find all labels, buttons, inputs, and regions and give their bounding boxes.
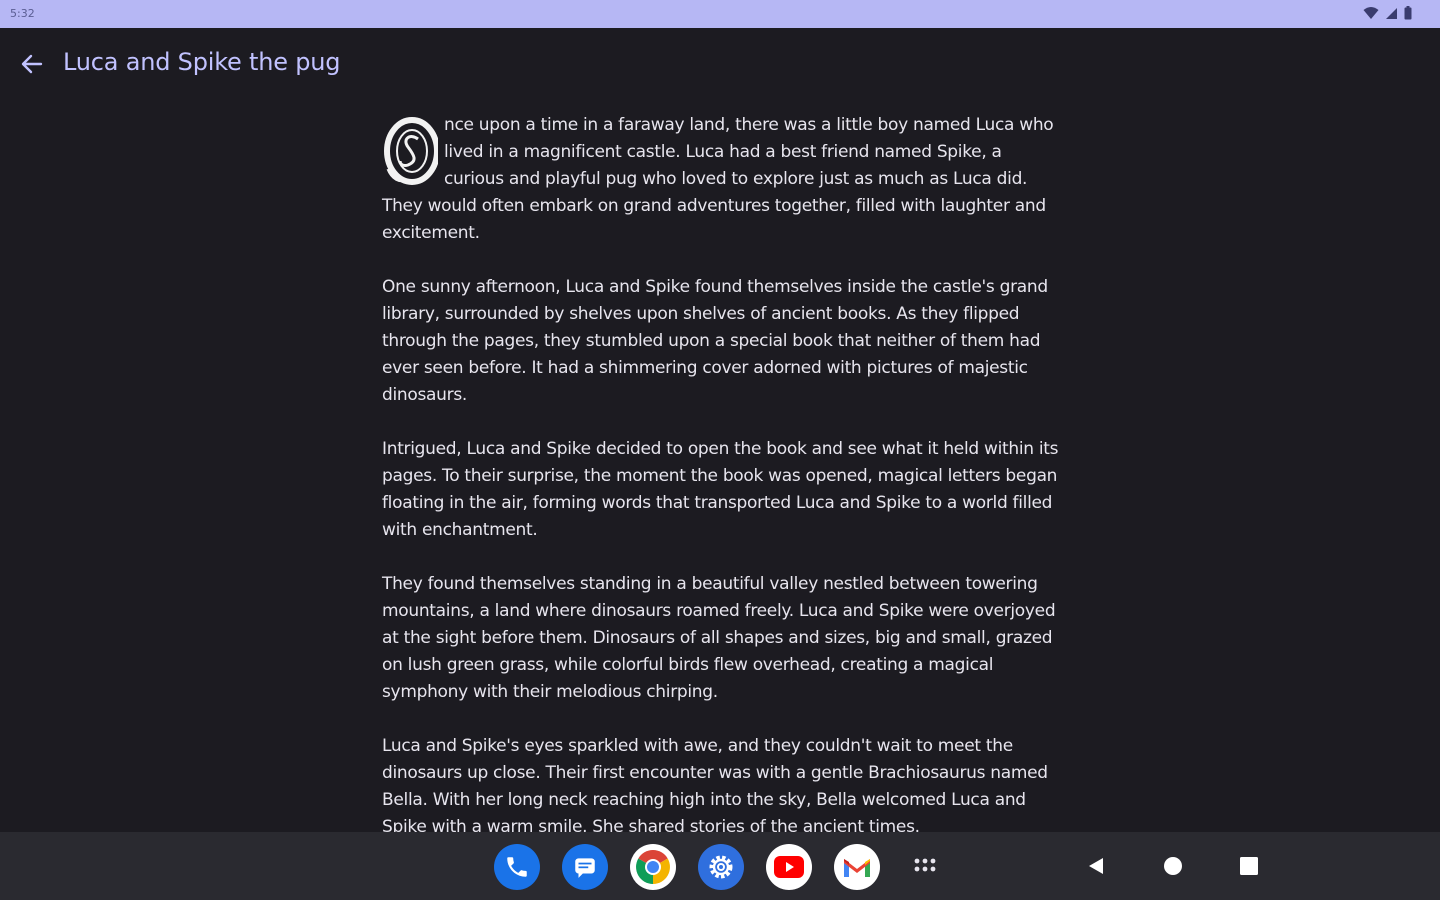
cellular-signal-icon <box>1386 7 1397 19</box>
app-dock <box>494 844 948 890</box>
recents-square-icon <box>1240 857 1258 875</box>
nav-recents-button[interactable] <box>1235 852 1263 880</box>
taskbar <box>0 832 1440 900</box>
youtube-app[interactable] <box>766 844 812 890</box>
drop-cap-ornament <box>384 117 438 185</box>
chrome-icon <box>636 850 670 884</box>
chrome-app[interactable] <box>630 844 676 890</box>
app-bar: Luca and Spike the pug <box>0 28 1440 100</box>
messages-icon <box>575 858 595 878</box>
story-paragraph-1-text: nce upon a time in a faraway land, there… <box>382 115 1054 243</box>
status-icons <box>1363 6 1412 20</box>
story-paragraph-5: Luca and Spike's eyes sparkled with awe,… <box>382 736 1048 837</box>
phone-app[interactable] <box>494 844 540 890</box>
back-triangle-icon <box>1089 858 1103 874</box>
story-paragraph-1: nce upon a time in a faraway land, there… <box>382 112 1062 247</box>
nav-back-button[interactable] <box>1081 852 1109 880</box>
story-paragraph-2: One sunny afternoon, Luca and Spike foun… <box>382 277 1048 405</box>
wifi-icon <box>1363 7 1379 19</box>
app-grid-icon <box>914 858 936 872</box>
all-apps-button[interactable] <box>902 844 948 890</box>
back-button[interactable] <box>18 50 46 78</box>
story-paragraph-3: Intrigued, Luca and Spike decided to ope… <box>382 439 1059 540</box>
gmail-icon <box>844 859 870 877</box>
page-title: Luca and Spike the pug <box>63 48 341 76</box>
phone-icon <box>507 857 527 877</box>
battery-icon <box>1404 6 1412 20</box>
story-paragraph-4: They found themselves standing in a beau… <box>382 574 1056 702</box>
nav-home-button[interactable] <box>1159 852 1187 880</box>
story-content: nce upon a time in a faraway land, there… <box>382 112 1062 868</box>
youtube-icon <box>774 856 804 878</box>
settings-app[interactable] <box>698 844 744 890</box>
home-circle-icon <box>1164 857 1182 875</box>
status-bar: 5:32 <box>0 0 1440 28</box>
status-time: 5:32 <box>10 7 35 20</box>
arrow-back-icon <box>21 54 43 74</box>
messages-app[interactable] <box>562 844 608 890</box>
settings-icon <box>709 855 733 879</box>
gmail-app[interactable] <box>834 844 880 890</box>
